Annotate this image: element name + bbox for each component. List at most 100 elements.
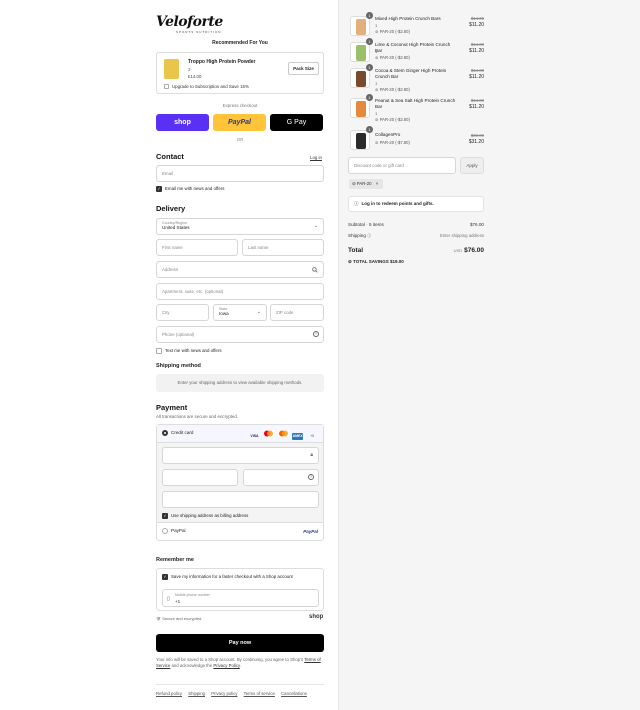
chevron-down-icon: ⌄ <box>256 309 261 315</box>
apartment-field[interactable]: Apartment, suite, etc. (optional) <box>156 283 324 300</box>
terms-of-service-link[interactable]: Terms of service <box>244 691 275 696</box>
quantity-badge: 1 <box>366 64 373 71</box>
check-icon[interactable]: ✓ <box>156 186 162 192</box>
item-price: $11.20 <box>469 22 484 28</box>
expiration-field[interactable] <box>162 469 238 486</box>
help-icon[interactable]: ? <box>308 474 314 480</box>
radio-selected[interactable] <box>162 430 168 436</box>
brand-tagline: SPORTS NUTRITION <box>176 30 222 34</box>
google-pay-button[interactable]: G Pay <box>270 114 323 131</box>
security-code-field[interactable]: ? <box>243 469 319 486</box>
checkout-main: Veloforte SPORTS NUTRITION Recommended F… <box>0 0 338 710</box>
remember-me-box: ✓ Save my information for a faster checko… <box>156 568 324 611</box>
item-discount-label: PAR-20 (-$2.80) <box>379 55 410 60</box>
shop-logo: shop <box>309 614 324 620</box>
phone-icon: ▯ <box>167 596 170 602</box>
total-currency: USD <box>453 248 463 253</box>
item-qty: 1 <box>375 81 378 86</box>
rewards-login[interactable]: ⓘ Log in to redeem points and gifts. <box>348 196 484 212</box>
last-name-field[interactable]: Last name <box>242 239 324 256</box>
credit-card-label: Credit card <box>171 430 194 436</box>
shipping-link[interactable]: Shipping <box>188 691 205 696</box>
or-divider: OR <box>236 137 244 142</box>
name-on-card-field[interactable] <box>162 491 319 508</box>
item-discount-label: PAR-20 (-$2.80) <box>379 29 410 34</box>
refund-policy-link[interactable]: Refund policy <box>156 691 182 696</box>
save-info-label: Save my information for a faster checkou… <box>171 574 293 580</box>
payment-methods: Credit card VISA AMEX +5 🔒︎ ? ✓ Use shipp… <box>156 424 324 541</box>
item-image <box>356 133 366 149</box>
check-icon[interactable]: ✓ <box>162 513 168 519</box>
help-icon[interactable]: ⓘ <box>367 233 371 238</box>
billing-label: Use shipping address as billing address <box>171 513 249 519</box>
item-discount-label: PAR-20 (-$2.80) <box>379 87 410 92</box>
paypal-option[interactable]: PayPal <box>162 528 186 534</box>
item-price: $11.20 <box>469 104 484 110</box>
item-name: CollagenPro <box>375 132 401 137</box>
text-news-option[interactable]: Text me with news and offers <box>156 348 222 354</box>
item-thumbnail <box>350 42 370 62</box>
rewards-login-label: Log in to redeem points and gifts. <box>361 201 434 206</box>
item-discount-label: PAR-20 (-$7.80) <box>379 140 410 145</box>
recommended-title: Recommended For You <box>212 40 268 46</box>
checkbox[interactable] <box>156 348 162 354</box>
card-number-field[interactable]: 🔒︎ <box>162 447 319 464</box>
item-old-price: $14.00 <box>470 68 484 73</box>
subscription-checkbox[interactable] <box>164 84 169 90</box>
footer-divider <box>156 684 324 685</box>
payment-subtitle: All transactions are secure and encrypte… <box>156 414 239 419</box>
save-info-option[interactable]: ✓ Save my information for a faster checko… <box>162 574 293 580</box>
product-image <box>164 59 179 79</box>
quantity-badge: 1 <box>366 94 373 101</box>
privacy-link[interactable]: Privacy Policy <box>213 663 239 668</box>
first-name-field[interactable]: First name <box>156 239 238 256</box>
subscription-option[interactable]: Upgrade to Subscription and Save 15% <box>164 84 249 90</box>
remember-me-title: Remember me <box>156 557 194 563</box>
quantity-badge: 1 <box>366 38 373 45</box>
mobile-phone-field[interactable]: ▯ Mobile phone number +1 <box>162 589 319 607</box>
item-discount: ⊘ PAR-20 (-$2.80) <box>375 55 410 60</box>
footer-links: Refund policy Shipping Privacy policy Te… <box>156 691 312 696</box>
apply-button[interactable]: Apply <box>460 157 484 174</box>
card-brands: VISA AMEX +5 <box>247 430 318 440</box>
address-field[interactable]: Address <box>156 261 324 278</box>
radio-unselected[interactable] <box>162 528 168 534</box>
phone-field[interactable]: Phone (optional) ? <box>156 326 324 343</box>
mastercard-icon <box>263 430 275 437</box>
country-select[interactable]: Country/Region United States ⌄ <box>156 218 324 235</box>
paypal-button[interactable]: PayPal <box>213 114 266 131</box>
help-icon[interactable]: ? <box>313 331 319 337</box>
item-image <box>356 45 366 61</box>
product-name: Troppo High Protein Powder <box>188 59 256 65</box>
check-icon[interactable]: ✓ <box>162 574 168 580</box>
item-qty: 1 <box>375 49 378 54</box>
shield-icon: 🛡︎ <box>156 616 162 621</box>
cancellations-link[interactable]: Cancellations <box>281 691 307 696</box>
close-icon[interactable]: × <box>376 181 379 186</box>
credit-card-row: Credit card <box>162 430 193 436</box>
email-field[interactable]: Email <box>156 165 324 182</box>
privacy-policy-link[interactable]: Privacy policy <box>211 691 237 696</box>
zip-field[interactable]: ZIP code <box>270 304 324 321</box>
pack-size-button[interactable]: Pack Size <box>288 62 319 75</box>
pay-now-button[interactable]: Pay now <box>156 634 324 652</box>
state-select[interactable]: State Iowa ⌄ <box>213 304 267 321</box>
item-image <box>356 71 366 87</box>
login-link[interactable]: Log in <box>310 155 322 160</box>
quantity-badge: 1 <box>366 12 373 19</box>
cart-item: 1 Lime & Coconut High Protein Crunch Bar… <box>348 38 484 66</box>
brand-logo[interactable]: Veloforte <box>156 14 223 30</box>
email-news-option[interactable]: ✓ Email me with news and offers <box>156 186 224 192</box>
shop-pay-button[interactable]: shop <box>156 114 209 131</box>
city-field[interactable]: City <box>156 304 209 321</box>
item-old-price: $14.00 <box>470 42 484 47</box>
item-thumbnail <box>350 130 370 150</box>
item-thumbnail <box>350 68 370 88</box>
subscription-label: Upgrade to Subscription and Save 15% <box>172 84 249 89</box>
credit-card-option[interactable]: Credit card VISA AMEX +5 <box>157 425 323 443</box>
payment-title: Payment <box>156 403 188 412</box>
maestro-icon <box>277 430 289 437</box>
item-thumbnail <box>350 98 370 118</box>
discount-code-input[interactable]: Discount code or gift card <box>348 157 456 174</box>
billing-option[interactable]: ✓ Use shipping address as billing address <box>162 513 248 519</box>
